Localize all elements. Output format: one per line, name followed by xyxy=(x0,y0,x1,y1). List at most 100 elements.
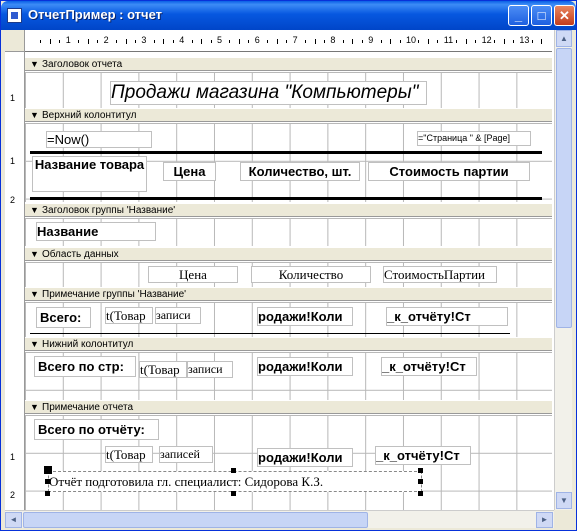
page-records-field[interactable]: записи xyxy=(187,361,233,378)
ruler-tick xyxy=(512,40,514,43)
section-group-footer[interactable]: Всего: t(Товар записи родажи!Коли _к_отч… xyxy=(25,302,552,337)
report-title-label[interactable]: Продажи магазина "Компьютеры" xyxy=(110,81,427,105)
ruler-tick xyxy=(172,40,174,43)
ruler-number: 13 xyxy=(519,35,530,45)
vertical-ruler-page-footer xyxy=(5,337,25,402)
page-cost-sum[interactable]: _к_отчёту!Ст xyxy=(381,357,477,376)
ruler-tick xyxy=(323,40,325,43)
scroll-down-button[interactable]: ▼ xyxy=(556,492,572,509)
section-bar-group-footer[interactable]: ▼ Примечание группы 'Название' xyxy=(25,287,552,301)
group-records-field[interactable]: записи xyxy=(155,307,201,324)
section-bar-page-footer[interactable]: ▼ Нижний колонтитул xyxy=(25,337,552,351)
now-field[interactable]: =Now() xyxy=(46,131,152,148)
ruler-tick xyxy=(427,39,429,44)
section-bar-detail[interactable]: ▼ Область данных xyxy=(25,247,552,261)
ruler-tick xyxy=(87,39,89,44)
report-design-area: 1 2 3 4 5 6 7 8 9 10 11 12 13 1 ▼ Заголовок отчета Пр… xyxy=(5,30,572,528)
vertical-scroll-thumb[interactable] xyxy=(556,48,572,328)
section-arrow-icon: ▼ xyxy=(30,249,39,259)
report-total-label[interactable]: Всего по отчёту: xyxy=(34,419,159,440)
section-arrow-icon: ▼ xyxy=(30,339,39,349)
resize-handle[interactable] xyxy=(418,491,423,496)
minimize-button[interactable]: _ xyxy=(508,5,529,26)
ruler-tick xyxy=(465,39,467,44)
scroll-up-button[interactable]: ▲ xyxy=(556,30,572,47)
signature-label[interactable]: Отчёт подготовила гл. специалист: Сидоро… xyxy=(48,471,422,492)
ruler-number: 1 xyxy=(65,35,71,45)
page-total-label[interactable]: Всего по стр: xyxy=(34,356,136,377)
section-bar-group-header[interactable]: ▼ Заголовок группы 'Название' xyxy=(25,203,552,217)
resize-handle[interactable] xyxy=(231,468,236,473)
column-header-quantity[interactable]: Количество, шт. xyxy=(240,162,360,181)
group-total-label[interactable]: Всего: xyxy=(36,307,91,328)
section-page-header[interactable]: =Now() ="Страница " & [Page] Название то… xyxy=(25,123,552,202)
detail-quantity-field[interactable]: Количество xyxy=(251,266,371,283)
header-bottom-line[interactable] xyxy=(30,197,542,200)
section-report-header[interactable]: Продажи магазина "Компьютеры" xyxy=(25,72,552,108)
resize-handle[interactable] xyxy=(45,491,50,496)
vertical-scrollbar[interactable]: ▲ ▼ xyxy=(554,30,572,510)
ruler-tick xyxy=(116,40,118,43)
header-top-line[interactable] xyxy=(30,151,542,154)
group-count-field[interactable]: t(Товар xyxy=(105,307,153,324)
page-count-field[interactable]: t(Товар xyxy=(139,361,187,378)
scroll-left-button[interactable]: ◄ xyxy=(5,512,22,528)
resize-handle[interactable] xyxy=(45,479,50,484)
resize-handle[interactable] xyxy=(418,468,423,473)
page-quantity-sum[interactable]: родажи!Коли xyxy=(257,357,353,376)
vertical-ruler-report-footer: 1 2 xyxy=(5,402,25,510)
page-number-field[interactable]: ="Страница " & [Page] xyxy=(417,131,531,146)
group-quantity-sum[interactable]: родажи!Коли xyxy=(257,307,353,326)
section-arrow-icon: ▼ xyxy=(30,402,39,412)
ruler-tick xyxy=(437,40,439,43)
report-cost-sum[interactable]: _к_отчёту!Ст xyxy=(375,446,471,465)
ruler-tick xyxy=(238,39,240,44)
ruler-tick xyxy=(541,39,543,44)
scroll-right-button[interactable]: ► xyxy=(536,512,553,528)
ruler-tick xyxy=(163,39,165,44)
ruler-number: 8 xyxy=(330,35,336,45)
ruler-tick xyxy=(276,39,278,44)
horizontal-scroll-thumb[interactable] xyxy=(23,512,368,528)
section-report-footer[interactable]: Всего по отчёту: t(Товар записей родажи!… xyxy=(25,415,552,510)
section-page-footer[interactable]: Всего по стр: t(Товар записи родажи!Коли… xyxy=(25,352,552,400)
report-records-field[interactable]: записей xyxy=(159,446,213,463)
ruler-tick xyxy=(201,39,203,44)
group-cost-sum[interactable]: _к_отчёту!Ст xyxy=(386,307,508,326)
ruler-tick xyxy=(267,40,269,43)
horizontal-scrollbar[interactable]: ◄ ► xyxy=(5,510,554,528)
ruler-number: 10 xyxy=(406,35,417,45)
section-detail[interactable]: Цена Количество СтоимостьПартии xyxy=(25,262,552,287)
column-header-price[interactable]: Цена xyxy=(163,162,216,181)
ruler-number: 3 xyxy=(141,35,147,45)
ruler-number: 11 xyxy=(443,35,454,45)
size-grip[interactable] xyxy=(554,510,572,528)
section-group-header[interactable]: Название xyxy=(25,218,552,246)
ruler-tick xyxy=(248,40,250,43)
horizontal-ruler[interactable]: 1 2 3 4 5 6 7 8 9 10 11 12 13 xyxy=(25,30,552,52)
section-bar-report-footer[interactable]: ▼ Примечание отчета xyxy=(25,400,552,414)
ruler-tick xyxy=(229,40,231,43)
report-icon[interactable] xyxy=(7,8,22,23)
detail-price-field[interactable]: Цена xyxy=(148,266,238,283)
close-button[interactable]: ✕ xyxy=(554,5,575,26)
maximize-button[interactable]: □ xyxy=(531,5,552,26)
column-header-cost[interactable]: Стоимость партии xyxy=(368,162,530,181)
group-footer-line[interactable] xyxy=(30,333,510,334)
resize-handle[interactable] xyxy=(418,479,423,484)
ruler-corner[interactable] xyxy=(5,30,25,52)
detail-cost-field[interactable]: СтоимостьПартии xyxy=(383,266,497,283)
report-count-field[interactable]: t(Товар xyxy=(105,446,153,463)
title-bar[interactable]: ОтчетПример : отчет _ □ ✕ xyxy=(1,1,576,30)
column-header-name[interactable]: Название товара xyxy=(32,156,147,192)
ruler-number: 6 xyxy=(254,35,260,45)
ruler-tick xyxy=(399,40,401,43)
section-bar-page-header[interactable]: ▼ Верхний колонтитул xyxy=(25,108,552,122)
ruler-tick xyxy=(342,40,344,43)
report-quantity-sum[interactable]: родажи!Коли xyxy=(257,448,353,467)
group-name-field[interactable]: Название xyxy=(36,222,156,241)
section-bar-report-header[interactable]: ▼ Заголовок отчета xyxy=(25,57,552,71)
ruler-number: 9 xyxy=(368,35,374,45)
resize-handle[interactable] xyxy=(231,491,236,496)
move-handle[interactable] xyxy=(44,466,52,474)
